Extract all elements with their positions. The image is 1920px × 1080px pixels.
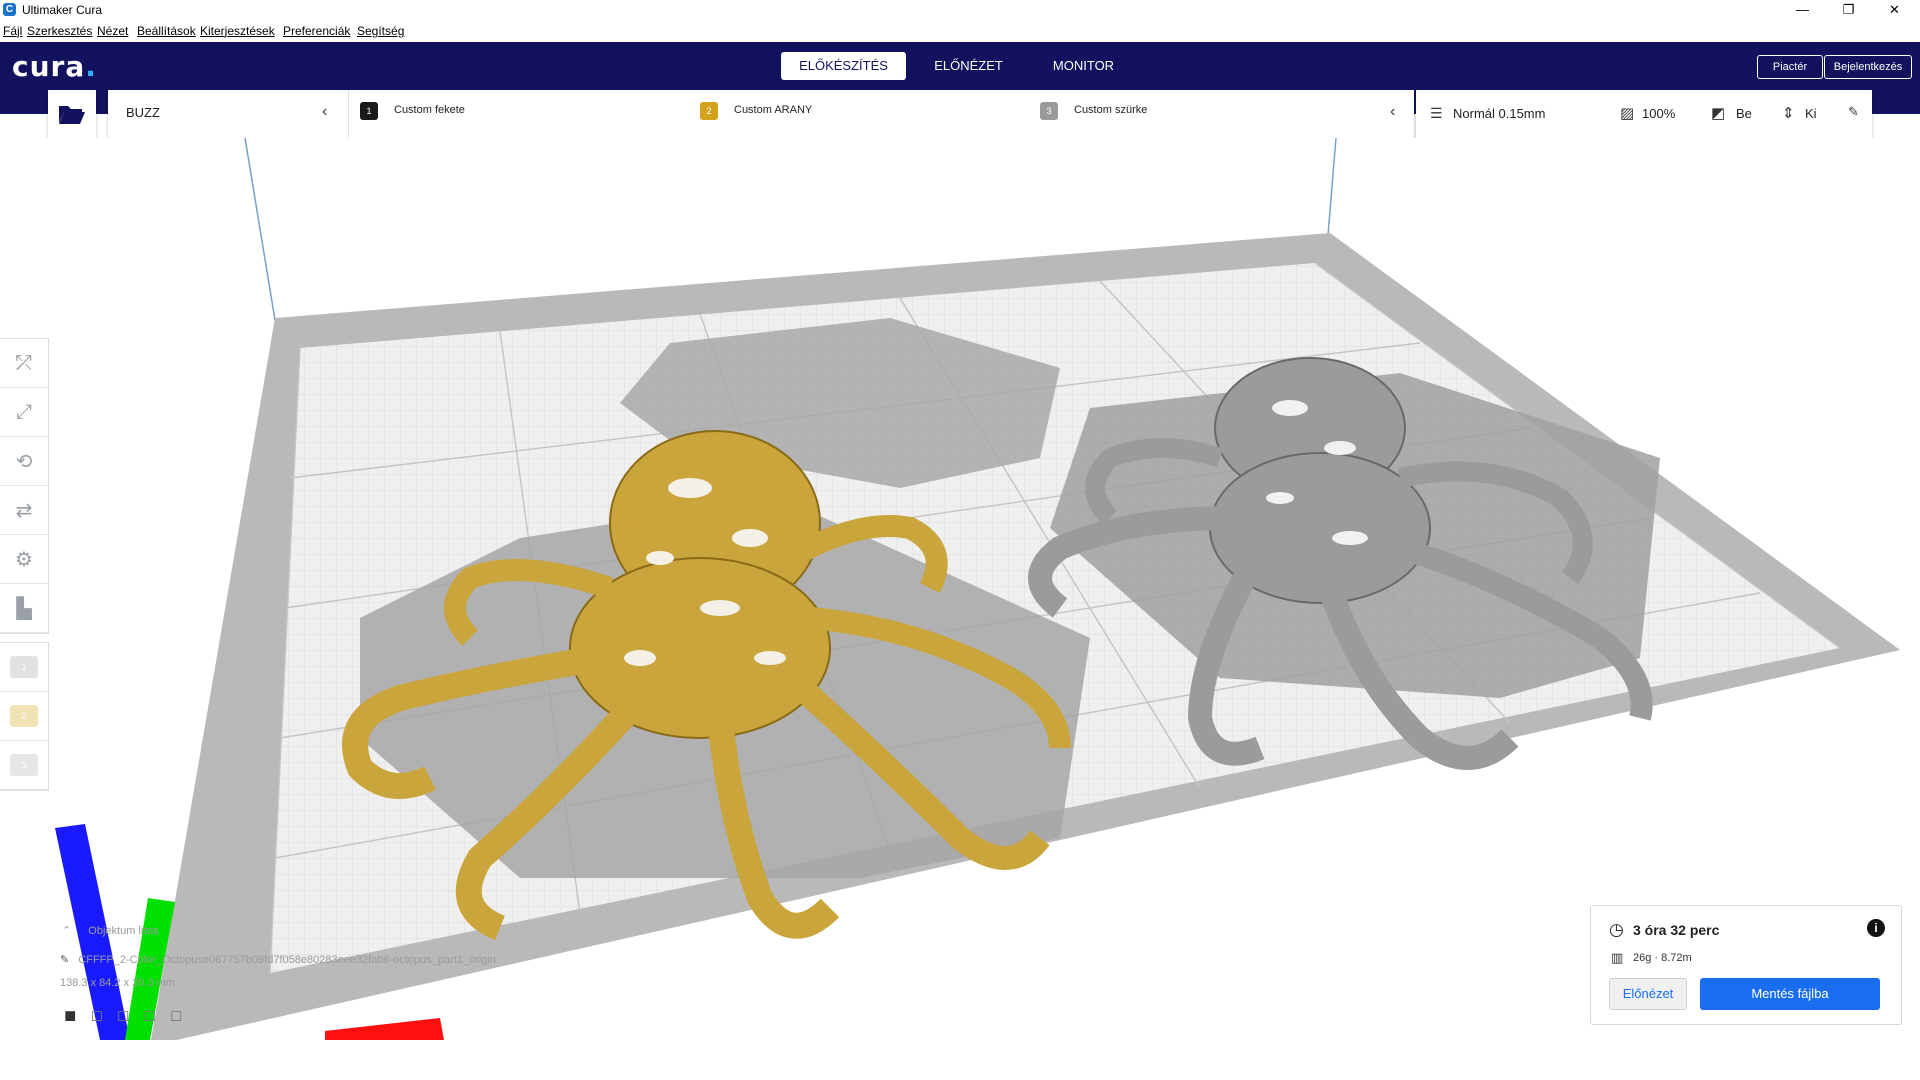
right-view-icon[interactable]: ◻ bbox=[170, 1006, 182, 1024]
cura-logo: cura. bbox=[12, 50, 97, 83]
tab-preview[interactable]: ELŐNÉZET bbox=[906, 52, 1031, 80]
restore-button[interactable]: ❐ bbox=[1826, 0, 1871, 20]
extruder-3-name: Custom szürke bbox=[1074, 104, 1148, 116]
menu-bar: Fájl Szerkesztés Nézet Beállítások Kiter… bbox=[0, 20, 1920, 42]
material-usage: 26g · 8.72m bbox=[1633, 952, 1692, 964]
menu-extensions[interactable]: Kiterjesztések bbox=[200, 24, 275, 38]
extruder-strip: 1 2 3 bbox=[0, 642, 49, 791]
extruder-3-tab[interactable]: 3 Custom szürke bbox=[1040, 102, 1340, 126]
support-value: Be bbox=[1736, 106, 1752, 121]
open-file-button[interactable] bbox=[48, 90, 96, 138]
object-dimensions: 138.3 x 84.2 x 20.3 mm bbox=[60, 977, 175, 989]
print-summary-panel: ◷ 3 óra 32 perc i ▥ 26g · 8.72m Előnézet… bbox=[1590, 905, 1902, 1025]
extruder-3-badge: 3 bbox=[1040, 102, 1058, 120]
menu-edit[interactable]: Szerkesztés bbox=[27, 24, 92, 38]
profile-icon: ☰ bbox=[1430, 105, 1443, 121]
view-orientation-controls: ◼ ◻ ◻ ◻ ◻ bbox=[64, 1006, 182, 1024]
object-list-toggle[interactable]: ⌃ Objektum lista bbox=[62, 924, 158, 937]
pencil-icon[interactable]: ✎ bbox=[1848, 104, 1859, 120]
chevron-left-icon[interactable]: ‹ bbox=[1390, 103, 1395, 121]
object-list-label: Objektum lista bbox=[88, 925, 158, 937]
left-view-icon[interactable]: ◻ bbox=[143, 1006, 155, 1024]
clock-icon: ◷ bbox=[1609, 920, 1624, 939]
menu-view[interactable]: Nézet bbox=[97, 24, 128, 38]
spool-icon: ▥ bbox=[1611, 950, 1624, 965]
chevron-up-icon: ⌃ bbox=[62, 925, 72, 937]
extruder-1-tab[interactable]: 1 Custom fekete bbox=[360, 102, 660, 126]
infill-icon: ▨ bbox=[1620, 105, 1635, 122]
close-button[interactable]: ✕ bbox=[1872, 0, 1917, 20]
3d-view-icon[interactable]: ◼ bbox=[64, 1006, 76, 1024]
adhesion-icon: ⇕ bbox=[1782, 105, 1795, 122]
per-model-settings-icon[interactable]: ⚙ bbox=[0, 535, 48, 584]
window-title: Ultimaker Cura bbox=[22, 3, 103, 17]
extruder-1-select[interactable]: 1 bbox=[0, 643, 48, 692]
mirror-tool-icon[interactable]: ⇄ bbox=[0, 486, 48, 535]
cura-app-icon: C bbox=[3, 3, 16, 16]
pencil-icon: ✎ bbox=[60, 954, 70, 966]
object-filename: CFFFP_2-Color_Octopuse067757b09fd7f058e8… bbox=[78, 954, 496, 966]
minimize-button[interactable]: — bbox=[1780, 0, 1825, 20]
marketplace-button[interactable]: Piactér bbox=[1757, 55, 1823, 79]
extruder-1-name: Custom fekete bbox=[394, 104, 465, 116]
move-tool-icon[interactable]: ⤱ bbox=[0, 339, 48, 388]
print-time: 3 óra 32 perc bbox=[1633, 922, 1720, 938]
menu-preferences[interactable]: Preferenciák bbox=[283, 24, 350, 38]
adhesion-value: Ki bbox=[1805, 106, 1817, 121]
extruder-2-select[interactable]: 2 bbox=[0, 692, 48, 741]
support-icon: ◩ bbox=[1711, 105, 1726, 122]
window-titlebar: C Ultimaker Cura — ❐ ✕ bbox=[0, 0, 1920, 20]
profile-label: Normál 0.15mm bbox=[1453, 106, 1546, 121]
top-view-icon[interactable]: ◻ bbox=[117, 1006, 129, 1024]
chevron-left-icon: ‹ bbox=[322, 103, 328, 120]
support-blocker-icon[interactable]: ▙ bbox=[0, 584, 48, 633]
object-filename-row[interactable]: ✎ CFFFP_2-Color_Octopuse067757b09fd7f058… bbox=[60, 953, 560, 966]
save-to-file-button[interactable]: Mentés fájlba bbox=[1700, 978, 1880, 1010]
folder-open-icon bbox=[59, 106, 85, 124]
menu-help[interactable]: Segítség bbox=[357, 24, 404, 38]
printer-selector[interactable]: BUZZ ‹ bbox=[108, 90, 349, 138]
front-view-icon[interactable]: ◻ bbox=[90, 1006, 102, 1024]
preview-button[interactable]: Előnézet bbox=[1609, 978, 1687, 1010]
menu-file[interactable]: Fájl bbox=[3, 24, 22, 38]
extruder-3-select[interactable]: 3 bbox=[0, 741, 48, 790]
rotate-tool-icon[interactable]: ⟲ bbox=[0, 437, 48, 486]
signin-button[interactable]: Bejelentkezés bbox=[1824, 55, 1912, 79]
printer-name: BUZZ bbox=[126, 105, 160, 120]
infill-value: 100% bbox=[1642, 106, 1676, 121]
extruder-1-badge: 1 bbox=[360, 102, 378, 120]
scale-tool-icon[interactable]: ⤢ bbox=[0, 388, 48, 437]
tool-strip: ⤱ ⤢ ⟲ ⇄ ⚙ ▙ bbox=[0, 338, 49, 634]
extruder-2-badge: 2 bbox=[700, 102, 718, 120]
print-settings-bar[interactable]: ☰ Normál 0.15mm ▨ 100% ◩ Be ⇕ Ki ✎ bbox=[1416, 90, 1872, 138]
extruder-2-tab[interactable]: 2 Custom ARANY bbox=[700, 102, 1000, 126]
axis-x-red bbox=[325, 1018, 444, 1040]
info-icon[interactable]: i bbox=[1867, 919, 1885, 937]
printer-extruder-bar: BUZZ ‹ 1 Custom fekete 2 Custom ARANY 3 … bbox=[108, 90, 1414, 138]
tab-monitor[interactable]: MONITOR bbox=[1021, 52, 1146, 80]
extruder-2-name: Custom ARANY bbox=[734, 104, 813, 116]
menu-settings[interactable]: Beállítások bbox=[137, 24, 196, 38]
tab-prepare[interactable]: ELŐKÉSZÍTÉS bbox=[781, 52, 906, 80]
